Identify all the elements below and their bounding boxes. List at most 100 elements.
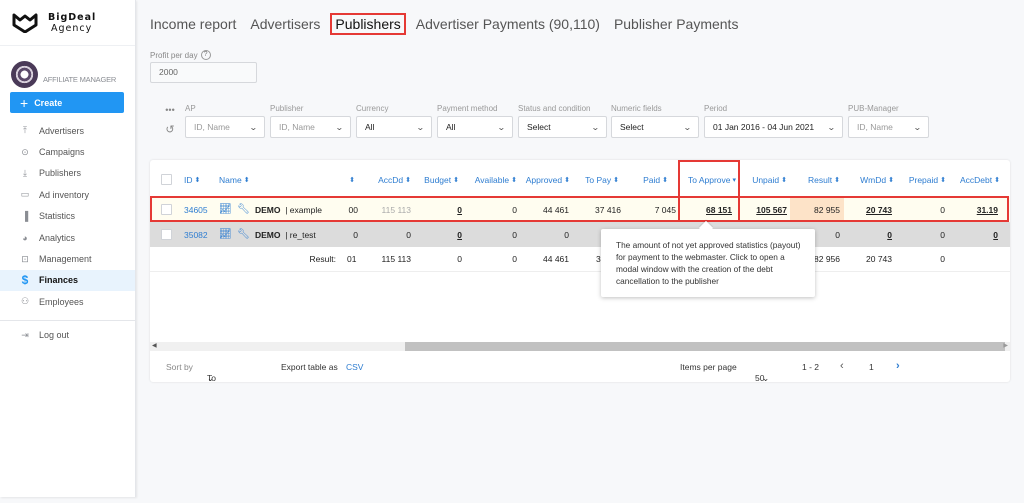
user-profile[interactable]: AFFILIATE MANAGER xyxy=(0,46,135,88)
col-blank[interactable]: ⬍ xyxy=(340,167,355,192)
sidebar-item-ad-inventory[interactable]: ▭ Ad inventory xyxy=(0,184,135,205)
sidebar-item-label: Ad inventory xyxy=(39,189,90,200)
logout-icon: ⇥ xyxy=(21,329,29,340)
filter-publisher: Publisher ID, Name ⌄ xyxy=(270,104,351,138)
col-wmdd[interactable]: WmDd ⬍ xyxy=(845,167,894,192)
publisher-name[interactable]: DEMO | example xyxy=(255,197,322,222)
cell-accdebt[interactable]: 31.19 xyxy=(950,197,998,222)
cell-budget[interactable]: 0 xyxy=(415,197,462,222)
filter-label: PUB-Manager xyxy=(848,104,899,113)
scroll-left-icon[interactable]: ◀ xyxy=(152,342,157,351)
col-budget[interactable]: Budget ⬍ xyxy=(415,167,459,192)
col-accdd[interactable]: AccDd ⬍ xyxy=(360,167,411,192)
help-icon[interactable]: ? xyxy=(200,50,211,60)
total-budget: 0 xyxy=(457,254,462,264)
sidebar-item-management[interactable]: ⊡ Management xyxy=(0,248,135,269)
sidebar-item-publishers[interactable]: ⤓ Publishers xyxy=(0,163,135,184)
sort-icon: ⬍ xyxy=(613,176,619,184)
brand-logo[interactable]: BigDeal Agency xyxy=(0,0,135,46)
col-result[interactable]: Result ⬍ xyxy=(795,167,840,192)
numeric-fields-select[interactable]: Select ⌄ xyxy=(611,116,699,138)
stats-chart-icon[interactable]: 📈︎ xyxy=(219,222,232,247)
period-select[interactable]: 01 Jan 2016 - 04 Jun 2021 ⌄ xyxy=(704,116,843,138)
to-approve-tooltip: The amount of not yet approved statistic… xyxy=(601,229,815,297)
col-label: Unpaid xyxy=(752,174,780,185)
cell-blank: 0 xyxy=(353,229,358,240)
sidebar-item-analytics[interactable]: ◕ Analytics xyxy=(0,227,135,248)
publisher-name[interactable]: DEMO | re_test xyxy=(255,222,316,247)
tab-publishers[interactable]: Publishers xyxy=(330,13,406,35)
cell-to-approve[interactable]: 68 151 xyxy=(675,197,732,222)
sort-icon: ⬍ xyxy=(349,176,355,184)
sidebar-item-campaigns[interactable]: ⊙ Campaigns xyxy=(0,141,135,162)
tab-publisher-payments[interactable]: Publisher Payments xyxy=(614,14,739,34)
col-id[interactable]: ID ⬍ xyxy=(184,167,200,192)
scroll-thumb[interactable] xyxy=(405,342,1005,351)
select-all-checkbox[interactable] xyxy=(161,167,172,192)
filter-status: Status and condition Select ⌄ xyxy=(518,104,607,138)
tab-advertisers[interactable]: Advertisers xyxy=(250,14,320,34)
publisher-select[interactable]: ID, Name ⌄ xyxy=(270,116,351,138)
finance-tabs: Income report Advertisers Publishers Adv… xyxy=(150,13,752,35)
people-icon: ⚇ xyxy=(20,296,30,307)
chevron-down-icon: ⌄ xyxy=(416,122,426,132)
publisher-id-link[interactable]: 35082 xyxy=(184,222,208,247)
status-select[interactable]: Select ⌄ xyxy=(518,116,607,138)
col-to-pay[interactable]: To Pay ⬍ xyxy=(575,167,619,192)
stats-chart-icon[interactable]: 📈︎ xyxy=(219,197,232,222)
export-csv-link[interactable]: CSV xyxy=(346,362,363,372)
row-checkbox[interactable] xyxy=(161,197,172,222)
col-accdebt[interactable]: AccDebt ⬍ xyxy=(950,167,1000,192)
row-checkbox[interactable] xyxy=(161,222,172,247)
bar-chart-icon: ▐ xyxy=(21,211,29,222)
sort-icon: ⬍ xyxy=(405,176,411,184)
scroll-right-icon[interactable]: ▶ xyxy=(1003,342,1008,351)
filter-tools: ••• ↺ xyxy=(163,106,177,137)
reset-icon[interactable]: ↺ xyxy=(163,123,177,136)
wrench-icon[interactable]: 🔧︎ xyxy=(237,222,250,247)
tab-advertiser-payments[interactable]: Advertiser Payments (90,110) xyxy=(416,14,600,34)
col-to-approve[interactable]: To Approve ▾ xyxy=(675,167,736,192)
current-page[interactable]: 1 xyxy=(869,362,874,372)
table-row: 35082 📈︎ 🔧︎ DEMO | re_test 0 0 0 0 0 0 0… xyxy=(150,222,1010,247)
sidebar-item-employees[interactable]: ⚇ Employees xyxy=(0,291,135,312)
sidebar-item-statistics[interactable]: ▐ Statistics xyxy=(0,206,135,227)
next-page-icon[interactable]: › xyxy=(896,360,900,372)
items-per-page-select[interactable]: 50 ⌄ xyxy=(755,362,769,382)
col-approved[interactable]: Approved ⬍ xyxy=(520,167,570,192)
sidebar-item-label: Statistics xyxy=(39,211,76,222)
tab-income-report[interactable]: Income report xyxy=(150,14,236,34)
currency-select[interactable]: All ⌄ xyxy=(356,116,432,138)
more-icon[interactable]: ••• xyxy=(163,106,177,115)
profit-per-day-input[interactable]: 2000 xyxy=(150,62,257,83)
cell-wmdd[interactable]: 0 xyxy=(845,222,892,247)
publisher-id-link[interactable]: 34605 xyxy=(184,197,208,222)
prev-page-icon[interactable]: ‹ xyxy=(840,360,844,372)
col-unpaid[interactable]: Unpaid ⬍ xyxy=(743,167,787,192)
logout-button[interactable]: ⇥ Log out xyxy=(0,325,135,346)
cell-accdebt[interactable]: 0 xyxy=(950,222,998,247)
cell-unpaid[interactable]: 105 567 xyxy=(740,197,787,222)
create-button[interactable]: + Create xyxy=(10,92,124,113)
col-paid[interactable]: Paid ⬍ xyxy=(625,167,668,192)
horizontal-scrollbar[interactable]: ◀ ▶ xyxy=(150,342,1010,351)
totals-row: Result: 01 115 113 0 0 44 461 3 82 956 2… xyxy=(150,247,1010,272)
col-prepaid[interactable]: Prepaid ⬍ xyxy=(900,167,946,192)
avatar xyxy=(11,61,38,88)
cell-approved: 44 461 xyxy=(543,204,569,215)
sidebar-item-finances[interactable]: $ Finances xyxy=(0,269,135,292)
wrench-icon[interactable]: 🔧︎ xyxy=(237,197,250,222)
page-range: 1 - 2 xyxy=(802,362,820,372)
play-circle-icon: ⊙ xyxy=(21,146,29,157)
sidebar-item-advertisers[interactable]: ⤒ Advertisers xyxy=(0,120,135,141)
cell-budget[interactable]: 0 xyxy=(415,222,462,247)
col-available[interactable]: Available ⬍ xyxy=(465,167,517,192)
cell-approved: 0 xyxy=(564,229,569,240)
name-text: | re_test xyxy=(285,229,316,240)
col-name[interactable]: Name ⬍ xyxy=(219,167,250,192)
cell-wmdd[interactable]: 20 743 xyxy=(845,197,892,222)
pub-manager-select[interactable]: ID, Name ⌄ xyxy=(848,116,929,138)
sort-icon: ⬍ xyxy=(940,176,946,184)
payment-method-select[interactable]: All ⌄ xyxy=(437,116,513,138)
ap-select[interactable]: ID, Name ⌄ xyxy=(185,116,265,138)
